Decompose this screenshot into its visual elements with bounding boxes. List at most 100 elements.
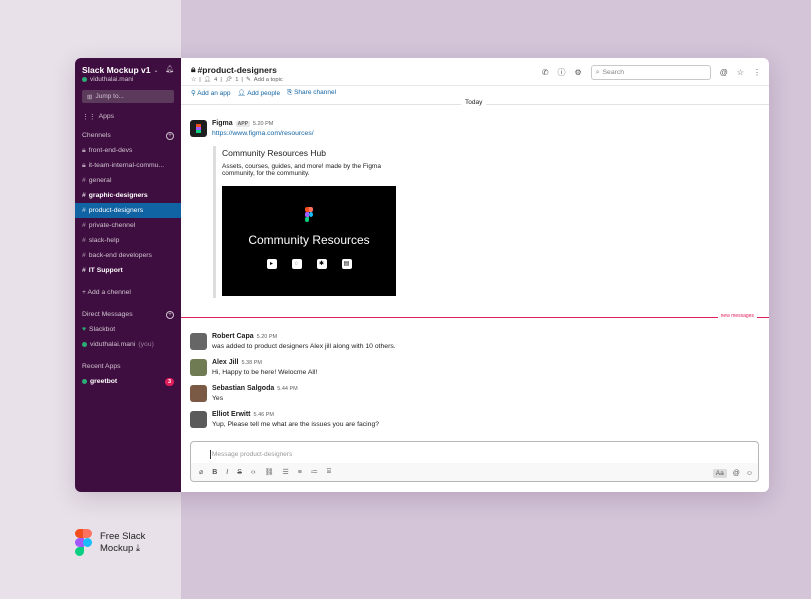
channel-label: back-end developers: [88, 252, 152, 259]
message-author[interactable]: Robert Capa: [212, 333, 254, 340]
info-icon[interactable]: ⓘ: [558, 67, 566, 78]
hash-icon: #: [82, 192, 86, 199]
pin-icon[interactable]: 📌︎: [225, 77, 232, 83]
sidebar-channel[interactable]: 🔒︎ front-end-devs: [75, 143, 181, 158]
download-icon[interactable]: ⤓: [136, 543, 140, 554]
date-divider-label: Today: [461, 99, 487, 106]
add-app-link[interactable]: ⚲ Add an app: [191, 89, 230, 97]
add-channel-icon[interactable]: +: [166, 131, 174, 140]
sidebar-channel[interactable]: # slack-help: [75, 233, 181, 248]
link-icon[interactable]: ⛓: [265, 468, 274, 476]
play-icon: ▸: [266, 259, 277, 269]
member-count[interactable]: 4: [214, 77, 217, 83]
message-text: Yup, Please tell me what are the issues …: [212, 421, 379, 428]
link-preview[interactable]: Community Resources Hub Assets, courses,…: [213, 146, 396, 298]
message-author[interactable]: Sebastian Salgoda: [212, 385, 274, 392]
share-channel-link[interactable]: ⎘ Share channel: [287, 89, 336, 97]
bell-icon[interactable]: 🔔︎: [165, 65, 174, 73]
add-topic-link[interactable]: Add a topic: [254, 77, 283, 83]
strike-icon[interactable]: S: [237, 469, 242, 476]
workspace-header[interactable]: Slack Mockup v1 ⌄ viduthalai.mani 🔔︎: [75, 58, 181, 83]
preview-title: Community Resources Hub: [222, 148, 326, 158]
gear-icon[interactable]: ⚙: [575, 68, 582, 77]
new-messages-divider: [181, 317, 769, 318]
add-channel-link[interactable]: + Add a chennel: [75, 285, 181, 300]
footer-line2: Mockup: [100, 543, 134, 554]
hash-icon: #: [82, 207, 86, 214]
sidebar-channel[interactable]: # graphic-designers: [75, 188, 181, 203]
message-link[interactable]: https://www.figma.com/resources/: [212, 130, 314, 137]
figma-logo: [305, 207, 314, 222]
message-time[interactable]: 5.46 PM: [254, 412, 274, 418]
sidebar-channel[interactable]: 🔒︎ it-team-internal-commu...: [75, 158, 181, 173]
emoji-icon[interactable]: ☺: [746, 470, 753, 477]
share-channel-label: Share channel: [294, 89, 337, 96]
attach-icon[interactable]: ⌀: [199, 468, 203, 476]
search-input[interactable]: ⌕ Search: [590, 65, 711, 80]
pin-count[interactable]: 1: [235, 77, 238, 83]
preview-image[interactable]: Community Resources ▸ ◌ ✱ ▤: [222, 186, 396, 296]
recent-apps-label: Recent Apps: [82, 363, 121, 370]
sebastian-salgoda-avatar[interactable]: [190, 385, 207, 402]
message-author[interactable]: Alex Jill: [212, 359, 238, 366]
quote-icon[interactable]: ≔: [311, 468, 318, 476]
search-placeholder: Search: [602, 69, 625, 76]
bold-icon[interactable]: B: [212, 469, 217, 476]
main-panel: 🔒︎ #product-designers ☆ | 👤︎ 4 | 📌︎ 1 | ✎ Add a…: [181, 58, 769, 492]
phone-icon[interactable]: ✆: [542, 68, 549, 77]
message-time[interactable]: 5.20 PM: [253, 121, 273, 127]
message-composer[interactable]: Message product-designers ⌀ B I S ‹› ⛓ ☰…: [190, 441, 759, 482]
search-icon: ⌕: [595, 68, 600, 76]
message-author[interactable]: Elliot Erwitt: [212, 411, 251, 418]
jump-to-button[interactable]: ⊞ Jump to...: [82, 90, 174, 103]
sidebar-channel[interactable]: # product-designers: [75, 203, 181, 218]
add-people-link[interactable]: 👤︎ Add people: [237, 89, 280, 97]
message-time[interactable]: 5.20 PM: [257, 334, 277, 340]
codeblock-icon[interactable]: ⌸: [327, 468, 331, 476]
channel-label: private-chennel: [88, 222, 136, 229]
sidebar-channel[interactable]: # IT Support: [75, 263, 181, 278]
dm-slackbot[interactable]: ♥ Slackbot: [75, 322, 181, 337]
sidebar-channel[interactable]: # private-chennel: [75, 218, 181, 233]
online-status-icon: [82, 77, 87, 82]
more-icon[interactable]: ⋮: [753, 68, 761, 77]
channels-header[interactable]: Chennels +: [75, 128, 181, 143]
star-icon[interactable]: ☆: [737, 68, 744, 77]
channel-label: slack-help: [88, 237, 120, 244]
star-icon[interactable]: ☆: [191, 77, 196, 83]
bullet-list-icon[interactable]: ≡: [298, 469, 302, 476]
dm-self[interactable]: viduthalai.mani (you): [75, 337, 181, 352]
header-actions: ✆ ⓘ ⚙ ⌕ Search @ ☆ ⋮: [542, 65, 761, 80]
mention-icon[interactable]: @: [733, 470, 740, 477]
workspace-name: Slack Mockup v1: [82, 65, 151, 75]
sidebar-channel[interactable]: # general: [75, 173, 181, 188]
recent-app-greetbot[interactable]: greetbot 3: [75, 374, 181, 389]
dm-header[interactable]: Direct Messages +: [75, 307, 181, 322]
sidebar-item-apps[interactable]: ⋮⋮ Apps: [75, 109, 181, 124]
preview-icons: ▸ ◌ ✱ ▤: [222, 259, 396, 269]
message-time[interactable]: 5.38 PM: [241, 360, 261, 366]
hash-icon: #: [82, 177, 86, 184]
message-author[interactable]: Figma: [212, 120, 233, 127]
mention-icon[interactable]: @: [720, 68, 728, 77]
italic-icon[interactable]: I: [226, 469, 228, 476]
ordered-list-icon[interactable]: ☰: [282, 468, 288, 476]
pencil-icon: ✎: [245, 77, 251, 83]
figma-avatar[interactable]: [190, 120, 207, 137]
robert-capa-avatar[interactable]: [190, 333, 207, 350]
channel-title[interactable]: #product-designers: [198, 65, 277, 75]
members-icon[interactable]: 👤︎: [204, 77, 211, 83]
recent-apps-header: Recent Apps: [75, 359, 181, 374]
app-tag: APP: [235, 121, 250, 127]
code-icon[interactable]: ‹›: [251, 469, 256, 476]
elliot-erwitt-avatar[interactable]: [190, 411, 207, 428]
channel-header: 🔒︎ #product-designers ☆ | 👤︎ 4 | 📌︎ 1 | ✎ Add a…: [181, 58, 769, 86]
message-time[interactable]: 5.44 PM: [277, 386, 297, 392]
add-app-label: Add an app: [197, 90, 231, 97]
add-dm-icon[interactable]: +: [166, 310, 174, 319]
channel-label: product-designers: [88, 207, 144, 214]
sidebar-channel[interactable]: # back-end developers: [75, 248, 181, 263]
alex-jill-avatar[interactable]: [190, 359, 207, 376]
dm-label: viduthalai.mani: [90, 341, 136, 348]
format-toggle-button[interactable]: Aa: [712, 469, 727, 478]
